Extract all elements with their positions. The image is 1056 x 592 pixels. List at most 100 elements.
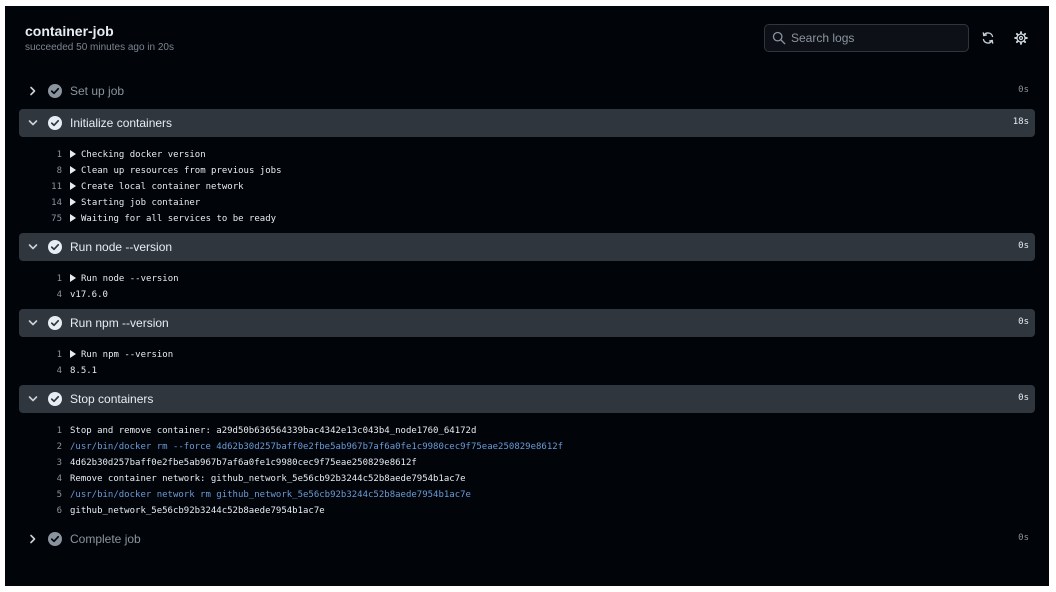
step-header[interactable]: Stop containers 0s: [19, 385, 1035, 413]
log-line-content: github_network_5e56cb92b3244c52b8aede795…: [70, 503, 325, 519]
log-text: 8.5.1: [70, 366, 98, 376]
line-number[interactable]: 1: [19, 347, 62, 363]
log-line: 5/usr/bin/docker network rm github_netwo…: [19, 487, 1035, 503]
step-name: Set up job: [70, 84, 125, 98]
steps-list: Set up job 0s Initialize containers 18s 1 Che…: [19, 77, 1035, 557]
log-group-line[interactable]: 8 Clean up resources from previous jobs: [19, 163, 1035, 179]
step-name: Run npm --version: [70, 316, 169, 330]
expand-triangle-icon[interactable]: [70, 198, 76, 206]
step-duration: 0s: [1018, 393, 1029, 403]
line-number[interactable]: 8: [19, 163, 62, 179]
log-text: Waiting for all services to be ready: [81, 214, 277, 224]
search-logs-input[interactable]: [791, 29, 963, 47]
log-group-line[interactable]: 1 Checking docker version: [19, 147, 1035, 163]
step-name: Initialize containers: [70, 116, 173, 130]
step-log-output: 1 Run npm --version 4 8.5.1: [19, 337, 1035, 385]
log-text: Create local container network: [81, 182, 244, 192]
step-header[interactable]: Complete job 0s: [19, 525, 1035, 553]
step-name: Complete job: [70, 532, 141, 546]
log-line-content: Run npm --version: [70, 347, 173, 363]
log-line: 4 Remove container network: github_networ…: [19, 471, 1035, 487]
workflow-log-panel: container-job succeeded 50 minutes ago i…: [5, 6, 1049, 586]
log-group-line[interactable]: 75 Waiting for all services to be ready: [19, 211, 1035, 227]
line-number[interactable]: 6: [19, 503, 62, 519]
step-header[interactable]: Initialize containers 18s: [19, 109, 1035, 137]
expand-triangle-icon[interactable]: [70, 182, 76, 190]
log-line: 3 4d62b30d257baff0e2fbe5ab967b7af6a0fe1c9…: [19, 455, 1035, 471]
line-number[interactable]: 1: [19, 423, 62, 439]
step-header[interactable]: Set up job 0s: [19, 77, 1035, 105]
log-line-content: Waiting for all services to be ready: [70, 211, 276, 227]
line-number[interactable]: 3: [19, 455, 62, 471]
log-line-content: 8.5.1: [70, 363, 97, 379]
check-circle-icon: [48, 116, 62, 130]
log-line-content: 4d62b30d257baff0e2fbe5ab967b7af6a0fe1c99…: [70, 455, 417, 471]
step-log-output: 1 Stop and remove container: a29d50b63656…: [19, 413, 1035, 525]
log-text: Run npm --version: [81, 350, 174, 360]
expand-triangle-icon[interactable]: [70, 150, 76, 158]
log-text: github_network_5e56cb92b3244c52b8aede795…: [70, 506, 325, 516]
line-number[interactable]: 5: [19, 487, 62, 503]
line-number[interactable]: 1: [19, 147, 62, 163]
check-circle-icon: [48, 84, 62, 98]
step-duration: 18s: [1012, 117, 1029, 127]
log-group-line[interactable]: 1 Run npm --version: [19, 347, 1035, 363]
line-number[interactable]: 4: [19, 363, 62, 379]
log-text: v17.6.0: [70, 290, 108, 300]
step-log-output: 1 Run node --version 4 v17.6.0: [19, 261, 1035, 309]
log-line: 4 8.5.1: [19, 363, 1035, 379]
step-header[interactable]: Run npm --version 0s: [19, 309, 1035, 337]
step-duration: 0s: [1018, 241, 1029, 251]
chevron-down-icon[interactable]: [27, 241, 39, 253]
job-header: container-job succeeded 50 minutes ago i…: [5, 6, 1049, 70]
log-line-content: /usr/bin/docker rm --force 4d62b30d257ba…: [70, 439, 563, 455]
log-line-content: Remove container network: github_network…: [70, 471, 466, 487]
log-line-content: v17.6.0: [70, 287, 108, 303]
step-spacer: [19, 553, 1035, 557]
line-number[interactable]: 75: [19, 211, 62, 227]
log-group-line[interactable]: 11 Create local container network: [19, 179, 1035, 195]
step-header[interactable]: Run node --version 0s: [19, 233, 1035, 261]
log-line-content: Starting job container: [70, 195, 200, 211]
line-number[interactable]: 4: [19, 287, 62, 303]
chevron-right-icon[interactable]: [27, 85, 39, 97]
line-number[interactable]: 2: [19, 439, 62, 455]
log-text: Stop and remove container: a29d50b636564…: [70, 426, 477, 436]
log-text: Run node --version: [81, 274, 179, 284]
expand-triangle-icon[interactable]: [70, 274, 76, 282]
line-number[interactable]: 4: [19, 471, 62, 487]
chevron-down-icon[interactable]: [27, 393, 39, 405]
log-line-content: /usr/bin/docker network rm github_networ…: [70, 487, 471, 503]
settings-button[interactable]: [1010, 27, 1032, 49]
check-circle-icon: [48, 532, 62, 546]
log-text: Remove container network: github_network…: [70, 474, 466, 484]
search-icon: [772, 31, 786, 45]
log-text: Starting job container: [81, 198, 201, 208]
log-text: /usr/bin/docker network rm github_networ…: [70, 490, 471, 500]
log-text: 4d62b30d257baff0e2fbe5ab967b7af6a0fe1c99…: [70, 458, 417, 468]
expand-triangle-icon[interactable]: [70, 350, 76, 358]
chevron-down-icon[interactable]: [27, 117, 39, 129]
line-number[interactable]: 1: [19, 271, 62, 287]
expand-triangle-icon[interactable]: [70, 214, 76, 222]
step-duration: 0s: [1018, 533, 1029, 543]
line-number[interactable]: 14: [19, 195, 62, 211]
job-title: container-job: [25, 23, 114, 39]
search-logs-box[interactable]: [764, 24, 969, 52]
expand-triangle-icon[interactable]: [70, 166, 76, 174]
log-line-content: Checking docker version: [70, 147, 206, 163]
log-line-content: Clean up resources from previous jobs: [70, 163, 281, 179]
chevron-right-icon[interactable]: [27, 533, 39, 545]
log-text: Clean up resources from previous jobs: [81, 166, 282, 176]
check-circle-icon: [48, 240, 62, 254]
log-line-content: Stop and remove container: a29d50b636564…: [70, 423, 476, 439]
job-status-subtitle: succeeded 50 minutes ago in 20s: [25, 42, 174, 53]
log-text: Checking docker version: [81, 150, 206, 160]
refresh-button[interactable]: [977, 27, 999, 49]
log-group-line[interactable]: 14 Starting job container: [19, 195, 1035, 211]
log-group-line[interactable]: 1 Run node --version: [19, 271, 1035, 287]
log-text: /usr/bin/docker rm --force 4d62b30d257ba…: [70, 442, 564, 452]
chevron-down-icon[interactable]: [27, 317, 39, 329]
line-number[interactable]: 11: [19, 179, 62, 195]
gear-icon: [1014, 31, 1028, 45]
